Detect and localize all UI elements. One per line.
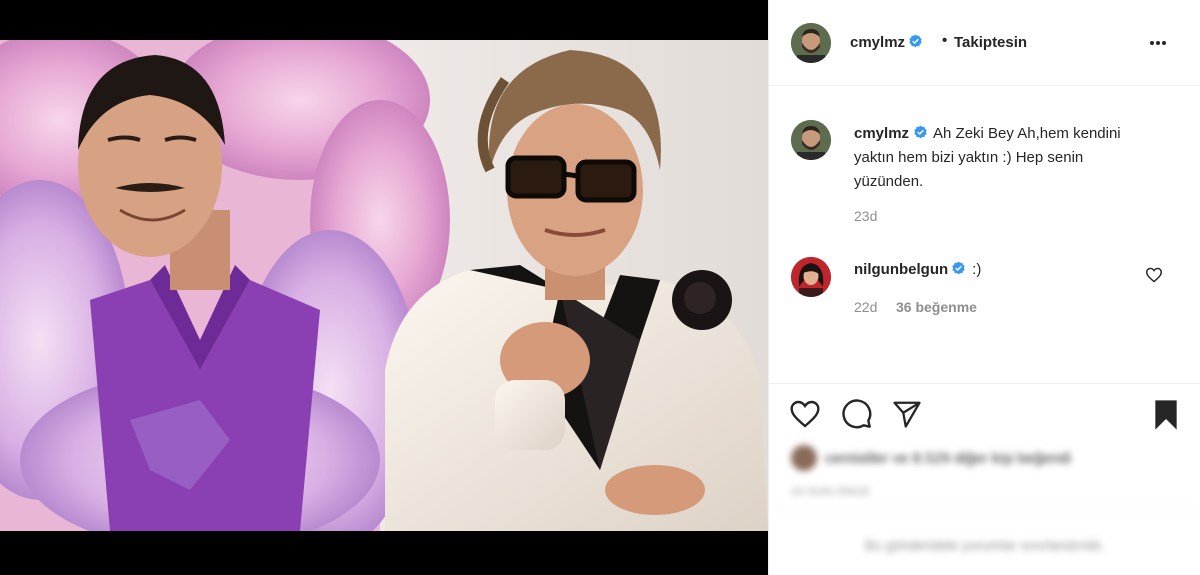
verified-badge-icon xyxy=(909,34,922,48)
profile-photo-woman-dark-hair-icon xyxy=(791,257,831,297)
post-photo-illustration xyxy=(0,40,768,531)
comment-username[interactable]: nilgunbelgun xyxy=(854,261,948,278)
comment: nilgunbelgun:) xyxy=(854,260,981,280)
caption: cmylmz Ah Zeki Bey Ah,hem kendini yaktın … xyxy=(854,122,1154,194)
more-horizontal-icon xyxy=(1150,40,1154,45)
profile-photo-man-beard-icon xyxy=(791,23,831,63)
comment-likes-count[interactable]: 36 beğenme xyxy=(896,299,977,315)
author-avatar[interactable] xyxy=(791,23,831,63)
post-header: cmylmz • Takiptesin xyxy=(769,0,1200,86)
likes-summary[interactable]: cemistiler ve 8.529 diğer kişi beğendi xyxy=(825,450,1071,467)
comment-bubble-icon[interactable] xyxy=(841,398,873,430)
commenter-avatar[interactable] xyxy=(791,257,831,297)
comment-like-heart-icon[interactable] xyxy=(1145,267,1163,283)
comment-body: :) xyxy=(972,261,982,278)
post-media[interactable] xyxy=(0,0,768,575)
caption-author-avatar[interactable] xyxy=(791,120,831,160)
caption-username[interactable]: cmylmz xyxy=(854,125,909,142)
heart-outline-icon[interactable] xyxy=(789,399,821,429)
following-status-button[interactable]: Takiptesin xyxy=(954,34,1027,51)
posted-time[interactable]: 23 GÜN ÖNCE xyxy=(791,486,870,498)
comments-limited-notice: Bu gönderideki yorumlar sınırlandırıldı. xyxy=(769,508,1200,575)
post-side-panel: cmylmz • Takiptesin cmylmz Ah Zeki Bey Ah… xyxy=(768,0,1200,575)
verified-badge-icon xyxy=(952,261,965,275)
author-username-link[interactable]: cmylmz xyxy=(850,34,923,51)
liker-avatar[interactable] xyxy=(791,445,817,471)
profile-photo-man-beard-icon xyxy=(791,120,831,160)
more-dot xyxy=(1162,40,1166,45)
caption-time[interactable]: 23d xyxy=(854,208,877,224)
more-dot xyxy=(1156,40,1160,45)
header-separator: • xyxy=(942,32,948,49)
author-username[interactable]: cmylmz xyxy=(850,34,905,51)
comment-time[interactable]: 22d xyxy=(854,299,877,315)
post-photo[interactable] xyxy=(0,40,768,531)
more-options-button[interactable] xyxy=(1150,34,1174,52)
verified-badge-icon xyxy=(914,125,927,139)
paper-plane-icon[interactable] xyxy=(891,399,923,429)
bookmark-filled-icon[interactable] xyxy=(1151,399,1181,431)
